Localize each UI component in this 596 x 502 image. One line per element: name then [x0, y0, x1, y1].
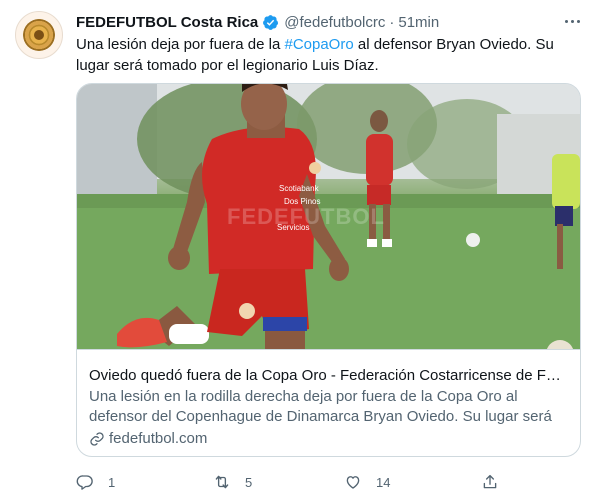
- card-info[interactable]: Oviedo quedó fuera de la Copa Oro - Fede…: [77, 349, 580, 456]
- retweet-button[interactable]: 5: [213, 470, 252, 494]
- tweet-text-part: Una lesión deja por fuera de la: [76, 36, 285, 53]
- card-photo: Scotiabank Dos Pinos Servicios FEDEFUTBO…: [77, 84, 580, 349]
- like-count: 14: [376, 474, 391, 490]
- retweet-icon: [215, 475, 229, 489]
- link-icon: [90, 432, 104, 446]
- author-name[interactable]: FEDEFUTBOL Costa Rica: [76, 14, 258, 31]
- like-button[interactable]: 14: [344, 470, 390, 494]
- photo-watermark: FEDEFUTBOL: [227, 204, 385, 229]
- tweet-timestamp[interactable]: 51min: [398, 14, 439, 31]
- share-icon: [483, 474, 497, 489]
- card-description: Una lesión en la rodilla derecha deja po…: [89, 388, 552, 425]
- reply-button[interactable]: 1: [76, 470, 115, 494]
- tweet-header: FEDEFUTBOL Costa Rica @fedefutbolcrc · 5…: [76, 12, 439, 32]
- federation-logo: [23, 19, 55, 51]
- card-domain[interactable]: fedefutbol.com: [89, 429, 207, 449]
- link-preview-card[interactable]: Scotiabank Dos Pinos Servicios FEDEFUTBO…: [76, 83, 581, 457]
- share-button[interactable]: [481, 470, 499, 494]
- tweet-actions: 1 5 14: [76, 470, 506, 494]
- reply-count: 1: [108, 474, 116, 490]
- svg-text:Scotiabank: Scotiabank: [279, 184, 320, 193]
- author-handle[interactable]: @fedefutbolcrc: [284, 14, 385, 31]
- card-title[interactable]: Oviedo quedó fuera de la Copa Oro - Fede…: [89, 366, 569, 386]
- card-domain-text: fedefutbol.com: [109, 430, 208, 447]
- verified-badge-icon: [263, 14, 279, 30]
- hashtag-link[interactable]: #CopaOro: [284, 36, 353, 53]
- separator-dot: ·: [389, 13, 395, 31]
- more-icon[interactable]: [560, 12, 584, 30]
- tweet[interactable]: FEDEFUTBOL Costa Rica @fedefutbolcrc · 5…: [0, 0, 596, 502]
- avatar[interactable]: [15, 11, 63, 59]
- heart-icon: [346, 476, 360, 489]
- retweet-count: 5: [245, 474, 253, 490]
- reply-icon: [76, 475, 93, 490]
- tweet-text: Una lesión deja por fuera de la #CopaOro…: [76, 34, 576, 76]
